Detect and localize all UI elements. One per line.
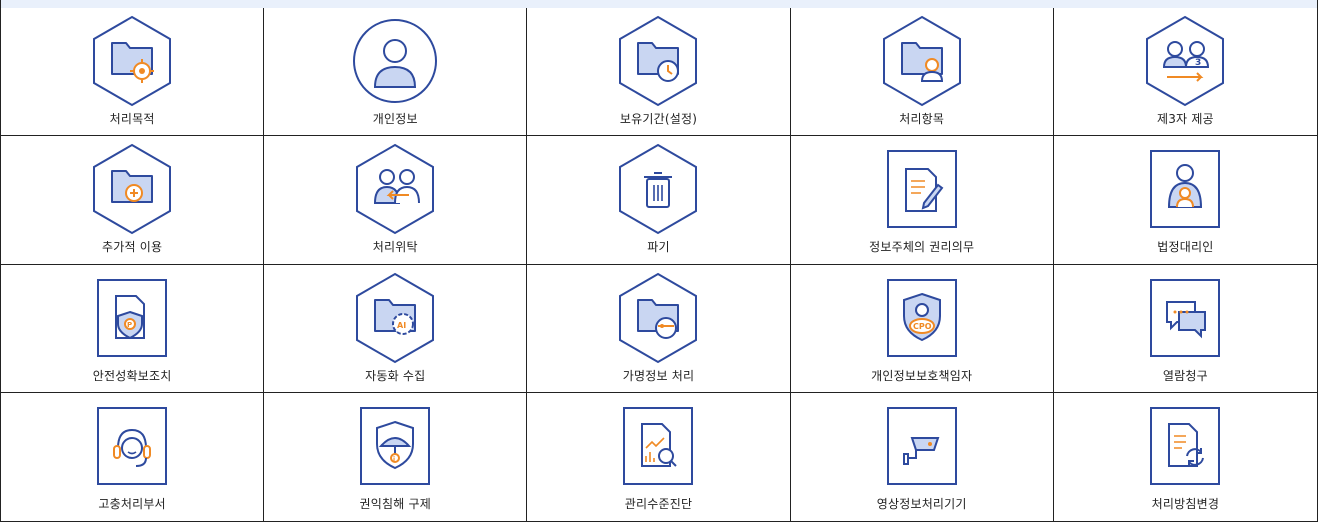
item-label: 법정대리인 bbox=[1157, 240, 1214, 255]
item-retention-period[interactable]: 보유기간(설정) bbox=[527, 8, 791, 137]
svg-text:3: 3 bbox=[1195, 58, 1201, 68]
item-cpo[interactable]: CPO 개인정보보호책임자 bbox=[790, 264, 1054, 393]
item-label: 정보주체의 권리의무 bbox=[869, 240, 975, 255]
item-label: 개인정보보호책임자 bbox=[871, 368, 973, 383]
item-label: 열람청구 bbox=[1162, 368, 1208, 383]
item-label: 처리목적 bbox=[109, 112, 155, 126]
item-label: 보유기간(설정) bbox=[619, 112, 698, 126]
folder-person-icon bbox=[876, 13, 968, 109]
item-label: 관리수준진단 bbox=[624, 496, 693, 511]
item-purpose[interactable]: 처리목적 bbox=[1, 8, 265, 137]
item-safety-measures[interactable]: P 안전성확보조치 bbox=[1, 264, 265, 393]
folder-plus-icon bbox=[86, 141, 178, 237]
item-auto-collection[interactable]: AI 자동화 수집 bbox=[264, 264, 528, 393]
item-destruction[interactable]: 파기 bbox=[527, 136, 791, 265]
item-label: 처리방침변경 bbox=[1151, 496, 1220, 511]
svg-text:P: P bbox=[127, 321, 132, 329]
item-label: 파기 bbox=[647, 240, 670, 255]
report-search-icon bbox=[612, 398, 704, 494]
document-shield-icon: P bbox=[86, 270, 178, 366]
item-label: 처리항목 bbox=[899, 112, 945, 126]
item-pseudonymization[interactable]: 가명정보 처리 bbox=[527, 264, 791, 393]
delegation-icon bbox=[349, 141, 441, 237]
item-management-diagnosis[interactable]: 관리수준진단 bbox=[527, 392, 791, 521]
folder-clock-icon bbox=[612, 13, 704, 109]
item-label: 처리위탁 bbox=[372, 240, 418, 255]
svg-text:CPO: CPO bbox=[913, 322, 932, 331]
item-label: 고충처리부서 bbox=[98, 496, 166, 511]
item-subject-rights[interactable]: 정보주체의 권리의무 bbox=[790, 136, 1054, 265]
document-pen-icon bbox=[876, 141, 968, 237]
cpo-shield-icon: CPO bbox=[876, 270, 968, 366]
item-policy-change[interactable]: 처리방침변경 bbox=[1053, 392, 1317, 521]
item-third-party[interactable]: 3 제3자 제공 bbox=[1053, 8, 1317, 137]
folder-mask-icon bbox=[612, 270, 704, 366]
item-label: 영상정보처리기기 bbox=[876, 496, 967, 511]
headset-icon bbox=[86, 398, 178, 494]
trash-icon bbox=[612, 141, 704, 237]
person-icon bbox=[349, 13, 441, 109]
svg-text:AI: AI bbox=[397, 321, 406, 330]
item-additional-use[interactable]: 추가적 이용 bbox=[1, 136, 265, 265]
item-personal-info[interactable]: 개인정보 bbox=[264, 8, 528, 137]
item-label: 안전성확보조치 bbox=[92, 368, 172, 383]
document-refresh-icon bbox=[1139, 398, 1231, 494]
item-label: 제3자 제공 bbox=[1156, 112, 1214, 126]
item-legal-guardian[interactable]: 법정대리인 bbox=[1053, 136, 1317, 265]
umbrella-shield-icon: i bbox=[349, 398, 441, 494]
third-party-icon: 3 bbox=[1139, 13, 1231, 109]
item-label: 자동화 수집 bbox=[365, 368, 426, 383]
item-label: 권익침해 구제 bbox=[359, 496, 432, 511]
chat-bubbles-icon bbox=[1139, 270, 1231, 366]
item-rights-remedy[interactable]: i 권익침해 구제 bbox=[264, 392, 528, 521]
item-delegation[interactable]: 처리위탁 bbox=[264, 136, 528, 265]
privacy-policy-icon-grid: 처리목적 개인정보 보유기간(설정) 처리항목 3 제3자 제공 추가적 이용 처… bbox=[0, 8, 1318, 522]
folder-ai-gear-icon: AI bbox=[349, 270, 441, 366]
item-label: 추가적 이용 bbox=[101, 240, 163, 255]
item-cctv[interactable]: 영상정보처리기기 bbox=[790, 392, 1054, 521]
item-processing-items[interactable]: 처리항목 bbox=[790, 8, 1054, 137]
cctv-icon bbox=[876, 398, 968, 494]
folder-target-icon bbox=[86, 13, 178, 109]
item-grievance-dept[interactable]: 고충처리부서 bbox=[1, 392, 265, 521]
item-access-request[interactable]: 열람청구 bbox=[1053, 264, 1317, 393]
guardian-icon bbox=[1139, 141, 1231, 237]
item-label: 가명정보 처리 bbox=[622, 368, 695, 383]
item-label: 개인정보 bbox=[372, 112, 418, 126]
svg-text:i: i bbox=[393, 456, 395, 463]
